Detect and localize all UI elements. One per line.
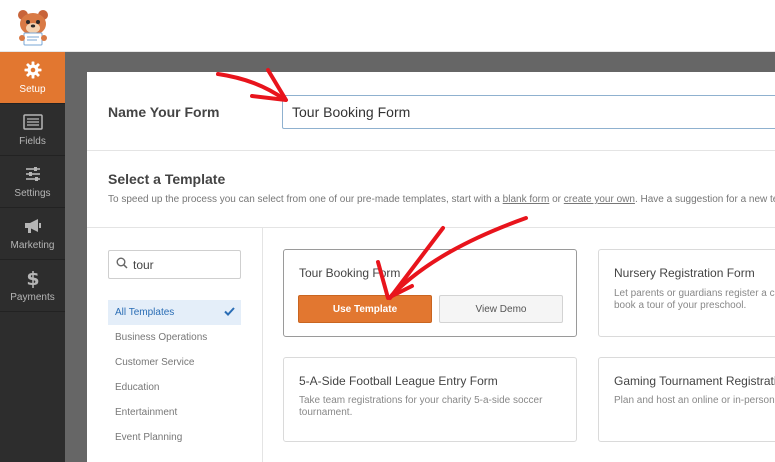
template-category-list: All Templates Business Operations Custom… <box>108 300 241 450</box>
wpforms-logo <box>0 0 65 52</box>
category-label: All Templates <box>115 307 175 318</box>
sidebar-item-label: Settings <box>14 188 51 199</box>
sidebar-item-payments[interactable]: $ Payments <box>0 260 65 312</box>
template-description: Plan and host an online or in-person <box>614 395 775 407</box>
template-description: Take team registrations for your charity… <box>299 395 542 419</box>
description-text: or <box>549 194 564 205</box>
search-icon <box>116 256 128 274</box>
form-name-label: Name Your Form <box>108 104 220 120</box>
sidebar-item-fields[interactable]: Fields <box>0 104 65 156</box>
description-line: Let parents or guardians register a ch <box>614 288 775 299</box>
use-template-button[interactable]: Use Template <box>298 295 432 323</box>
category-education[interactable]: Education <box>108 375 241 400</box>
svg-text:$: $ <box>26 268 39 288</box>
template-title: 5-A-Side Football League Entry Form <box>299 374 498 388</box>
checkmark-icon <box>224 306 235 319</box>
sidebar-item-setup[interactable]: Setup <box>0 52 65 104</box>
fields-icon <box>22 112 43 132</box>
template-card-nursery-registration[interactable]: Nursery Registration Form Let parents or… <box>598 249 775 337</box>
category-entertainment[interactable]: Entertainment <box>108 400 241 425</box>
template-title: Nursery Registration Form <box>614 266 755 280</box>
top-bar <box>0 0 775 52</box>
category-event-planning[interactable]: Event Planning <box>108 425 241 450</box>
category-all-templates[interactable]: All Templates <box>108 300 241 325</box>
template-card-football-league[interactable]: 5-A-Side Football League Entry Form Take… <box>283 357 577 442</box>
divider <box>87 227 775 228</box>
sidebar-item-label: Fields <box>19 136 46 147</box>
description-line: tournament. <box>299 407 353 418</box>
divider <box>262 228 263 462</box>
view-demo-button[interactable]: View Demo <box>439 295 563 323</box>
builder-sidebar: Setup Fields Settings Marketing $ Paymen… <box>0 52 65 462</box>
sidebar-item-label: Payments <box>10 292 55 303</box>
category-label: Customer Service <box>115 357 195 368</box>
form-name-row: Name Your Form <box>87 72 775 151</box>
form-name-input[interactable] <box>282 95 775 129</box>
category-label: Event Planning <box>115 432 183 443</box>
description-line: Plan and host an online or in-person <box>614 395 775 406</box>
sidebar-item-label: Setup <box>19 84 46 95</box>
description-text: . Have a suggestion for a new tem <box>634 194 775 205</box>
megaphone-icon <box>23 216 43 236</box>
sidebar-item-marketing[interactable]: Marketing <box>0 208 65 260</box>
sidebar-item-settings[interactable]: Settings <box>0 156 65 208</box>
description-line: book a tour of your preschool. <box>614 300 747 311</box>
template-search-input[interactable] <box>133 257 233 272</box>
dollar-icon: $ <box>23 268 43 288</box>
gear-icon <box>23 60 43 80</box>
blank-form-link[interactable]: blank form <box>503 194 550 205</box>
template-title: Tour Booking Form <box>299 266 401 280</box>
category-customer-service[interactable]: Customer Service <box>108 350 241 375</box>
category-label: Education <box>115 382 160 393</box>
sidebar-item-label: Marketing <box>10 240 55 251</box>
category-label: Entertainment <box>115 407 178 418</box>
description-line: Take team registrations for your charity… <box>299 395 543 406</box>
description-text: To speed up the process you can select f… <box>108 194 503 205</box>
sliders-icon <box>23 164 43 184</box>
template-description: Let parents or guardians register a ch b… <box>614 288 775 312</box>
bear-mascot-icon <box>17 10 48 46</box>
template-title: Gaming Tournament Registratio <box>614 374 775 388</box>
setup-panel: Name Your Form Select a Template To spee… <box>87 72 775 462</box>
select-template-heading: Select a Template <box>108 171 226 187</box>
template-card-gaming-tournament[interactable]: Gaming Tournament Registratio Plan and h… <box>598 357 775 442</box>
category-label: Business Operations <box>115 332 208 343</box>
template-card-tour-booking[interactable]: Tour Booking Form Use Template View Demo <box>283 249 577 337</box>
template-search[interactable] <box>108 250 241 279</box>
category-business-operations[interactable]: Business Operations <box>108 325 241 350</box>
select-template-description: To speed up the process you can select f… <box>108 194 775 205</box>
create-your-own-link[interactable]: create your own <box>564 194 635 205</box>
